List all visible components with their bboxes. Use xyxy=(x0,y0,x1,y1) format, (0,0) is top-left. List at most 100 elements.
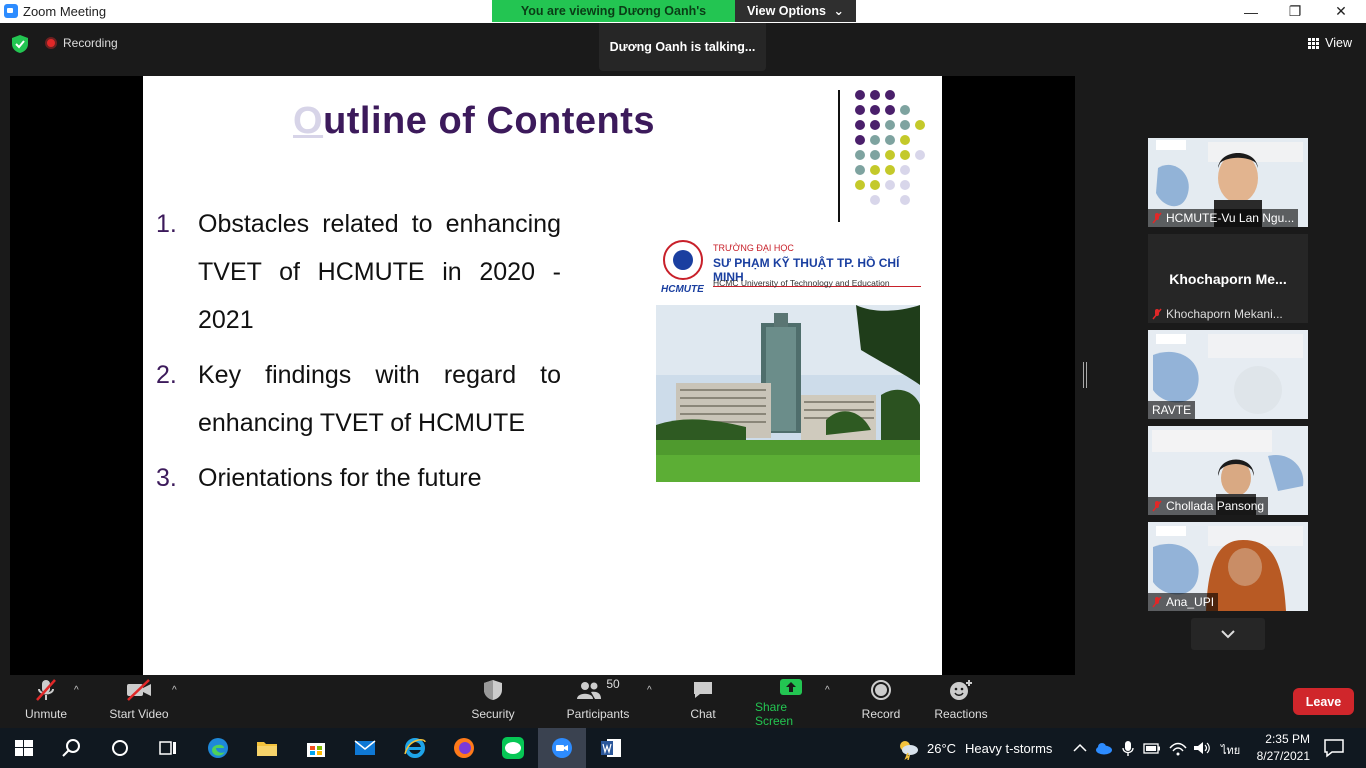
onedrive-cloud-icon[interactable] xyxy=(1094,736,1114,760)
chevron-up-icon[interactable] xyxy=(1072,736,1088,760)
outline-item-text: Obstacles related to enhancing TVET of H… xyxy=(198,210,561,334)
participants-count: 50 xyxy=(606,677,620,691)
clock-time[interactable]: 2:35 PM xyxy=(1254,732,1310,746)
mail-icon[interactable] xyxy=(353,736,377,760)
encryption-shield-icon[interactable] xyxy=(12,35,28,53)
battery-icon[interactable] xyxy=(1142,736,1162,760)
view-label: View xyxy=(1325,36,1352,50)
participant-name-label: Chollada Pansong xyxy=(1148,497,1269,515)
share-screen-label: Share Screen xyxy=(755,700,794,728)
cortana-icon[interactable] xyxy=(108,736,132,760)
weather-desc[interactable]: Heavy t-storms xyxy=(965,741,1052,756)
search-icon[interactable] xyxy=(60,736,84,760)
zoom-taskbar-icon[interactable] xyxy=(550,736,574,760)
record-button[interactable]: Record xyxy=(860,675,902,728)
outline-item: 3. Orientations for the future xyxy=(156,454,561,502)
presentation-slide: Outline of Contents 1. Obstacles related… xyxy=(143,76,942,675)
security-button[interactable]: Security xyxy=(468,675,518,728)
recording-label: Recording xyxy=(63,36,118,50)
security-label: Security xyxy=(471,707,515,721)
outline-item-text: Orientations for the future xyxy=(198,464,482,492)
leave-button[interactable]: Leave xyxy=(1293,688,1354,715)
outline-item: 1. Obstacles related to enhancing TVET o… xyxy=(156,200,561,344)
file-explorer-icon[interactable] xyxy=(255,736,279,760)
start-video-label: Start Video xyxy=(109,707,169,721)
weather-storm-icon[interactable] xyxy=(896,736,920,760)
logo-line-1: TRƯỜNG ĐẠI HỌC xyxy=(713,243,794,253)
chat-button[interactable]: Chat xyxy=(686,675,720,728)
task-view-icon[interactable] xyxy=(156,736,180,760)
firefox-icon[interactable] xyxy=(452,736,476,760)
unmute-label: Unmute xyxy=(24,707,68,721)
chat-bubble-icon xyxy=(694,682,712,698)
muted-microphone-icon xyxy=(36,679,56,701)
record-dot-icon xyxy=(45,37,57,49)
input-language[interactable]: ไทย xyxy=(1221,741,1240,759)
participants-icon xyxy=(577,682,602,699)
muted-mic-icon xyxy=(1152,308,1162,320)
start-video-button[interactable]: Start Video xyxy=(106,675,172,728)
university-seal-icon xyxy=(663,240,703,280)
participant-tile[interactable]: HCMUTE-Vu Lan Ngu... xyxy=(1148,138,1308,227)
slide-title-rest: utline of Contents xyxy=(323,100,656,142)
participant-name: Chollada Pansong xyxy=(1166,499,1265,513)
meeting-topbar: Recording Dương Oanh is talking... View xyxy=(0,23,1366,75)
view-options-button[interactable]: View Options ⌄ xyxy=(735,0,856,22)
audio-options-caret[interactable]: ^ xyxy=(74,685,79,696)
outline-list: 1. Obstacles related to enhancing TVET o… xyxy=(156,200,561,509)
microphone-tray-icon[interactable] xyxy=(1120,736,1136,760)
recording-indicator[interactable]: Recording xyxy=(45,36,118,50)
screen-share-banner: You are viewing Dương Oanh's screen View… xyxy=(492,0,856,40)
participant-tile[interactable]: RAVTE xyxy=(1148,330,1308,419)
participant-tile[interactable]: Chollada Pansong xyxy=(1148,426,1308,515)
wifi-icon[interactable] xyxy=(1168,736,1188,760)
participant-name: Khochaporn Mekani... xyxy=(1166,307,1283,321)
record-label: Record xyxy=(861,707,901,721)
windows-taskbar: 26°C Heavy t-storms ไทย 2:35 PM 8/27/202… xyxy=(0,728,1366,768)
participant-name-label: Khochaporn Mekani... xyxy=(1148,305,1287,323)
outline-item-number: 2. xyxy=(156,361,177,389)
record-icon xyxy=(871,680,891,700)
participants-button[interactable]: 50 Participants xyxy=(565,675,631,728)
reactions-button[interactable]: Reactions xyxy=(933,675,989,728)
slide-title: Outline of Contents xyxy=(293,100,655,143)
reactions-smiley-icon xyxy=(950,680,972,700)
logo-line-3: HCMC University of Technology and Educat… xyxy=(713,278,890,288)
store-icon[interactable] xyxy=(304,736,328,760)
video-off-icon xyxy=(127,679,151,701)
line-app-icon[interactable] xyxy=(501,736,525,760)
maximize-button[interactable]: ❐ xyxy=(1272,0,1318,23)
clock-date[interactable]: 8/27/2021 xyxy=(1250,749,1310,763)
volume-icon[interactable] xyxy=(1192,736,1212,760)
weather-temp[interactable]: 26°C xyxy=(927,741,956,756)
notifications-icon[interactable] xyxy=(1322,736,1346,760)
more-participants-button[interactable] xyxy=(1191,618,1265,650)
panel-resize-handle[interactable] xyxy=(1083,362,1087,388)
participant-display-name: Khochaporn Me... xyxy=(1169,271,1287,287)
participant-tile[interactable]: Ana_UPI xyxy=(1148,522,1308,611)
close-button[interactable]: ✕ xyxy=(1318,0,1364,23)
view-layout-button[interactable]: View xyxy=(1308,36,1352,50)
minimize-button[interactable]: — xyxy=(1228,0,1274,23)
participants-options-caret[interactable]: ^ xyxy=(647,685,652,696)
zoom-app-icon xyxy=(4,4,18,18)
edge-browser-icon[interactable] xyxy=(206,736,230,760)
share-options-caret[interactable]: ^ xyxy=(825,685,830,696)
windows-start-icon[interactable] xyxy=(12,736,36,760)
participants-label: Participants xyxy=(566,707,630,721)
internet-explorer-icon[interactable] xyxy=(403,736,427,760)
word-icon[interactable] xyxy=(599,736,623,760)
chevron-down-icon: ⌄ xyxy=(833,4,844,18)
share-screen-button[interactable]: Share Screen xyxy=(755,675,827,728)
decorative-dots xyxy=(855,90,925,205)
participant-name: RAVTE xyxy=(1152,403,1192,417)
muted-mic-icon xyxy=(1152,596,1162,608)
share-screen-icon xyxy=(780,678,802,695)
reactions-label: Reactions xyxy=(934,707,988,721)
unmute-button[interactable]: Unmute xyxy=(22,675,70,728)
outline-item-number: 1. xyxy=(156,210,177,238)
active-speaker-label: Dương Oanh is talking... xyxy=(599,23,766,71)
security-shield-icon xyxy=(484,680,502,700)
participant-tile[interactable]: Khochaporn Me... Khochaporn Mekani... xyxy=(1148,234,1308,323)
video-options-caret[interactable]: ^ xyxy=(172,685,177,696)
